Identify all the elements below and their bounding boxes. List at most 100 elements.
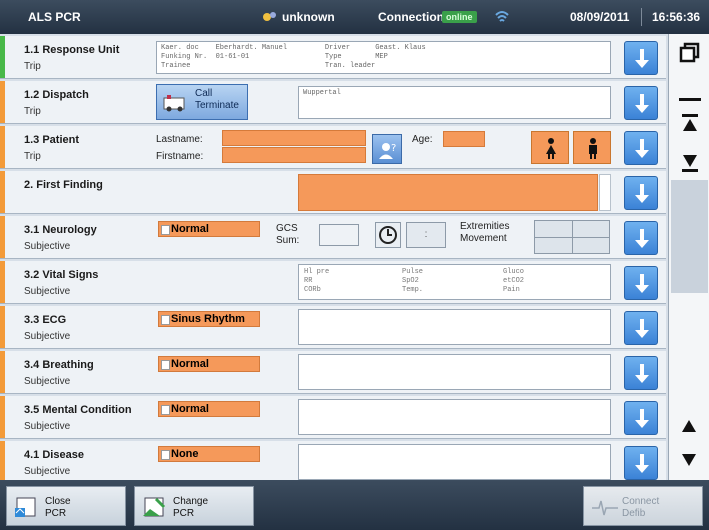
section-row-breathing[interactable]: 3.4 Breathing Subjective Normal <box>0 351 666 394</box>
scroll-down-icon[interactable] <box>681 453 697 472</box>
firstname-label: Firstname: <box>156 151 204 162</box>
ecg-status-pill[interactable]: Sinus Rhythm <box>158 311 260 327</box>
extremities-selector-grid[interactable] <box>534 220 610 254</box>
gcs-label-line-2: Sum: <box>276 235 300 246</box>
call-terminate-button[interactable]: Call Terminate <box>156 84 248 120</box>
section-title: 3.4 Breathing <box>24 359 94 371</box>
gcs-label-line-1: GCS <box>276 223 298 234</box>
section-row-ecg[interactable]: 3.3 ECG Subjective Sinus Rhythm <box>0 306 666 349</box>
firstname-input[interactable] <box>222 147 366 163</box>
vital-signs-field[interactable] <box>298 264 611 300</box>
gender-male-button[interactable] <box>573 131 611 164</box>
connection-label: Connection: <box>378 10 448 24</box>
time-entry-field[interactable]: : <box>406 222 446 248</box>
user-indicator: unknown <box>262 10 335 24</box>
section-row-response-unit[interactable]: 1.1 Response Unit Trip Kaer. doc Eberhar… <box>0 36 666 79</box>
status-stripe <box>0 396 5 438</box>
collapse-line-icon[interactable] <box>679 92 701 110</box>
section-row-dispatch[interactable]: 1.2 Dispatch Trip Call Terminate Wuppert… <box>0 81 666 124</box>
section-subtitle: Subjective <box>24 241 71 252</box>
time-display: 16:56:36 <box>652 10 701 24</box>
age-input[interactable] <box>443 131 485 147</box>
status-stripe <box>0 441 5 483</box>
first-finding-input[interactable] <box>298 174 598 211</box>
expand-arrow-button[interactable] <box>624 131 658 165</box>
svg-text:?: ? <box>391 143 396 154</box>
status-stripe <box>0 351 5 393</box>
disease-notes-field[interactable] <box>298 444 611 480</box>
user-icon <box>262 11 278 23</box>
extremities-label-line-1: Extremities <box>460 221 510 232</box>
expand-arrow-button[interactable] <box>624 401 658 435</box>
section-row-patient[interactable]: 1.3 Patient Trip Lastname: Firstname: ? … <box>0 126 666 169</box>
arrow-down-icon <box>635 184 649 203</box>
breathing-notes-field[interactable] <box>298 354 611 390</box>
arrow-down-icon <box>635 364 649 383</box>
close-pcr-label: Close PCR <box>45 496 71 520</box>
section-subtitle: Subjective <box>24 286 71 297</box>
clock-button[interactable] <box>375 222 401 248</box>
section-subtitle: Trip <box>24 61 41 72</box>
status-stripe <box>0 261 5 303</box>
expand-arrow-button[interactable] <box>624 446 658 480</box>
section-row-neurology[interactable]: 3.1 Neurology Subjective Normal GCS Sum:… <box>0 216 666 259</box>
expand-arrow-button[interactable] <box>624 311 658 345</box>
section-row-first-finding[interactable]: 2. First Finding <box>0 171 666 214</box>
expand-arrow-button[interactable] <box>624 221 658 255</box>
scroll-bottom-icon[interactable] <box>682 152 698 177</box>
arrow-down-icon <box>635 319 649 338</box>
gender-female-button[interactable] <box>531 131 569 164</box>
arrow-down-icon <box>635 94 649 113</box>
scroll-top-icon[interactable] <box>682 114 698 139</box>
first-finding-scrollbar[interactable] <box>599 174 611 211</box>
male-icon <box>589 138 597 159</box>
gcs-sum-field[interactable] <box>319 224 359 246</box>
close-pcr-button[interactable]: Close PCR <box>6 486 126 526</box>
disease-status-pill[interactable]: None <box>158 446 260 462</box>
section-row-vital-signs[interactable]: 3.2 Vital Signs Subjective Hl pre RR COR… <box>0 261 666 304</box>
connect-defib-button[interactable]: Connect Defib <box>583 486 703 526</box>
status-stripe <box>0 36 5 78</box>
change-pcr-label-line-2: PCR <box>173 508 195 519</box>
change-pcr-label: Change PCR <box>173 496 208 520</box>
expand-arrow-button[interactable] <box>624 86 658 120</box>
change-pcr-button[interactable]: Change PCR <box>134 486 254 526</box>
age-label: Age: <box>412 134 433 145</box>
expand-arrow-button[interactable] <box>624 176 658 210</box>
vital-col-2: Pulse SpO2 Temp. <box>402 268 424 294</box>
app-title: ALS PCR <box>28 10 81 24</box>
footer-toolbar: Close PCR Change PCR Connect Defib <box>0 480 709 530</box>
user-name: unknown <box>282 10 335 24</box>
arrow-down-icon <box>635 409 649 428</box>
ecg-notes-field[interactable] <box>298 309 611 345</box>
section-title: 1.3 Patient <box>24 134 80 146</box>
list-scrollbar[interactable] <box>668 34 709 480</box>
section-row-disease[interactable]: 4.1 Disease Subjective None <box>0 441 666 484</box>
expand-arrow-button[interactable] <box>624 356 658 390</box>
connect-defib-label: Connect Defib <box>622 496 659 520</box>
change-pcr-icon <box>143 497 166 517</box>
section-title: 3.5 Mental Condition <box>24 404 132 416</box>
expand-arrow-button[interactable] <box>624 266 658 300</box>
female-icon <box>546 138 556 159</box>
scroll-up-icon[interactable] <box>681 419 697 438</box>
mental-condition-notes-field[interactable] <box>298 399 611 435</box>
section-subtitle: Trip <box>24 106 41 117</box>
arrow-down-icon <box>635 454 649 473</box>
patient-lookup-button[interactable]: ? <box>372 134 402 164</box>
section-row-mental-condition[interactable]: 3.5 Mental Condition Subjective Normal <box>0 396 666 439</box>
extremities-label: Extremities Movement <box>460 221 509 245</box>
vital-col-1: Hl pre RR CORb <box>304 268 330 294</box>
mental-condition-status-pill[interactable]: Normal <box>158 401 260 417</box>
copy-windows-icon[interactable] <box>679 42 701 69</box>
lastname-input[interactable] <box>222 130 366 146</box>
scrollbar-thumb[interactable] <box>671 180 708 293</box>
expand-arrow-button[interactable] <box>624 41 658 75</box>
status-stripe <box>0 126 5 168</box>
breathing-status-pill[interactable]: Normal <box>158 356 260 372</box>
dispatch-location-field[interactable]: Wuppertal <box>298 86 611 119</box>
response-unit-info[interactable]: Kaer. doc Eberhardt. Manuel Driver Geast… <box>156 41 611 74</box>
header-divider <box>641 8 642 26</box>
close-pcr-label-line-1: Close <box>45 496 71 507</box>
neurology-status-pill[interactable]: Normal <box>158 221 260 237</box>
